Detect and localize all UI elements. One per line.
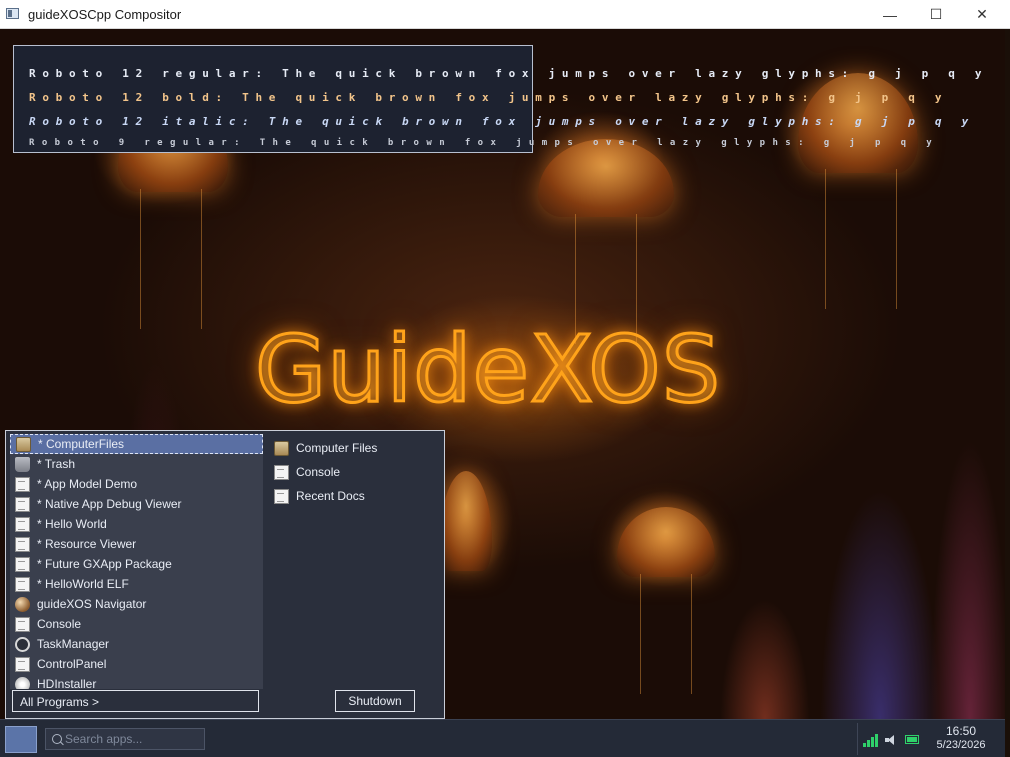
- battery-icon[interactable]: [905, 735, 919, 744]
- guidexos-logo: GuideXOS: [254, 315, 722, 425]
- place-item[interactable]: Computer Files: [274, 438, 377, 458]
- trash-icon: [15, 456, 30, 472]
- document-icon: [15, 656, 30, 672]
- window-titlebar: guideXOSCpp Compositor — ☐ ✕: [0, 0, 1010, 29]
- program-item[interactable]: * Future GXApp Package: [10, 554, 263, 574]
- maximize-icon: ☐: [929, 6, 943, 22]
- maximize-button[interactable]: ☐: [913, 0, 959, 29]
- font-sample-bold: Roboto 12 bold: The quick brown fox jump…: [29, 91, 949, 104]
- jellyfish-tentacles: [640, 574, 692, 694]
- coral-graphic: [720, 599, 810, 719]
- signal-icon[interactable]: [863, 733, 878, 747]
- program-item-label: Console: [37, 617, 82, 631]
- program-item-label: * Resource Viewer: [37, 537, 137, 551]
- search-box[interactable]: Search apps...: [45, 728, 205, 750]
- app-icon: [6, 8, 19, 19]
- all-programs-button[interactable]: All Programs >: [12, 690, 259, 712]
- document-icon: [274, 488, 289, 504]
- search-input[interactable]: Search apps...: [65, 732, 142, 746]
- document-icon: [15, 516, 30, 532]
- clock-date: 5/23/2026: [936, 739, 986, 751]
- place-item-label: Console: [296, 465, 341, 479]
- minimize-button[interactable]: —: [867, 0, 913, 29]
- program-item[interactable]: * HelloWorld ELF: [10, 574, 263, 594]
- close-icon: ✕: [976, 6, 988, 22]
- jellyfish-graphic: [617, 507, 715, 577]
- program-item-label: guideXOS Navigator: [37, 597, 147, 611]
- program-item-label: HDInstaller: [37, 677, 97, 689]
- program-item[interactable]: HDInstaller: [10, 674, 263, 689]
- program-item[interactable]: ControlPanel: [10, 654, 263, 674]
- program-item[interactable]: * Trash: [10, 454, 263, 474]
- minimize-icon: —: [883, 6, 897, 23]
- place-item[interactable]: Recent Docs: [274, 486, 365, 506]
- program-item[interactable]: TaskManager: [10, 634, 263, 654]
- document-icon: [15, 536, 30, 552]
- program-item-label: * Future GXApp Package: [37, 557, 172, 571]
- jellyfish-tentacles: [825, 169, 897, 309]
- start-menu: * ComputerFiles * Trash * App Model Demo * …: [5, 430, 445, 719]
- program-item-label: * HelloWorld ELF: [37, 577, 129, 591]
- place-item-label: Recent Docs: [296, 489, 365, 503]
- jellyfish-graphic: [538, 139, 674, 217]
- document-icon: [274, 464, 289, 480]
- taskbar: Search apps... 16:50 5/23/2026: [0, 719, 1005, 757]
- program-item[interactable]: * App Model Demo: [10, 474, 263, 494]
- document-icon: [15, 576, 30, 592]
- program-item-label: * Hello World: [37, 517, 107, 531]
- program-item[interactable]: guideXOS Navigator: [10, 594, 263, 614]
- clock-time: 16:50: [945, 724, 977, 738]
- globe-icon: [15, 596, 30, 612]
- document-icon: [15, 556, 30, 572]
- window-title: guideXOSCpp Compositor: [28, 7, 182, 22]
- places-list: Computer Files Console Recent Docs: [264, 434, 442, 689]
- document-icon: [15, 496, 30, 512]
- font-sample-regular: Roboto 12 regular: The quick brown fox j…: [29, 67, 989, 80]
- program-item-label: * Native App Debug Viewer: [37, 497, 182, 511]
- program-item[interactable]: * ComputerFiles: [10, 434, 263, 454]
- program-item[interactable]: * Native App Debug Viewer: [10, 494, 263, 514]
- program-item-label: ControlPanel: [37, 657, 107, 671]
- jellyfish-graphic: [440, 471, 492, 571]
- jellyfish-tentacles: [140, 189, 202, 329]
- program-item[interactable]: Console: [10, 614, 263, 634]
- start-button[interactable]: [5, 726, 37, 753]
- coral-graphic: [820, 489, 940, 719]
- shutdown-button[interactable]: Shutdown: [335, 690, 415, 712]
- font-sample-small: Roboto 9 regular: The quick brown fox ju…: [29, 138, 940, 148]
- search-icon: [52, 734, 62, 744]
- document-icon: [15, 616, 30, 632]
- close-button[interactable]: ✕: [959, 0, 1005, 29]
- disc-icon: [15, 676, 30, 689]
- gauge-icon: [15, 636, 30, 652]
- program-item-label: * ComputerFiles: [38, 437, 125, 451]
- place-item-label: Computer Files: [296, 441, 378, 455]
- folder-icon: [16, 436, 31, 452]
- clock[interactable]: 16:50 5/23/2026: [925, 724, 997, 752]
- program-item[interactable]: * Resource Viewer: [10, 534, 263, 554]
- program-item-label: * Trash: [37, 457, 76, 471]
- document-icon: [15, 476, 30, 492]
- program-item-label: * App Model Demo: [37, 477, 138, 491]
- folder-icon: [274, 440, 289, 456]
- system-tray: [857, 723, 924, 755]
- place-item[interactable]: Console: [274, 462, 340, 482]
- volume-icon[interactable]: [885, 735, 897, 745]
- program-list[interactable]: * ComputerFiles * Trash * App Model Demo * …: [10, 434, 263, 689]
- coral-graphic: [930, 439, 1005, 719]
- program-item-label: TaskManager: [37, 637, 110, 651]
- program-item[interactable]: * Hello World: [10, 514, 263, 534]
- font-sample-italic: Roboto 12 italic: The quick brown fox ju…: [29, 115, 975, 128]
